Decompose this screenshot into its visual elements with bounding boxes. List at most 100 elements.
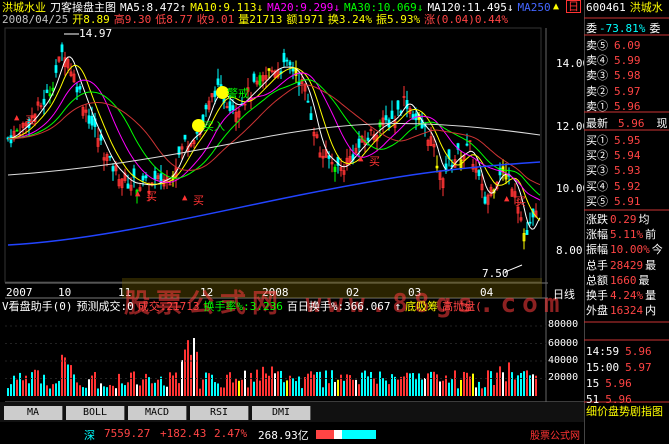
buy-level-row: 买③ 5.93	[586, 163, 641, 178]
candle-body	[477, 170, 481, 177]
volume-bar	[34, 369, 36, 396]
market-index: 7559.27	[104, 427, 151, 440]
stat-row: 外盘 16324 内	[586, 303, 656, 318]
volume-bar	[334, 381, 336, 396]
volume-bar	[520, 372, 522, 396]
volume-bar	[322, 387, 324, 396]
volume-bar	[364, 370, 366, 396]
volume-bar	[475, 387, 477, 396]
volume-bar	[391, 374, 393, 396]
volume-legend-item: 百日换手%:366.067	[286, 300, 391, 313]
candle-body	[126, 183, 130, 189]
volume-bar	[319, 371, 321, 396]
volume-bar	[73, 374, 75, 396]
volume-bar	[508, 362, 510, 396]
stat-label: 总手	[586, 258, 608, 272]
high-price-annotation: 14.97	[79, 27, 113, 40]
tab-dmi[interactable]: DMI	[252, 406, 311, 420]
candle-body	[465, 143, 469, 146]
tab-macd[interactable]: MACD	[128, 406, 187, 420]
tick-price: 5.96	[605, 377, 632, 390]
period-day-icon[interactable]: 日	[566, 0, 581, 13]
sell-price: 5.97	[614, 84, 641, 98]
candle-body	[45, 89, 49, 94]
candle-body	[87, 115, 91, 124]
volume-bar	[37, 370, 39, 396]
sell-level-row: 卖② 5.97	[586, 84, 641, 99]
volume-bar	[82, 387, 84, 396]
candle-body	[60, 44, 64, 53]
candle-body	[78, 86, 82, 90]
volume-bar	[94, 372, 96, 396]
stat-label: 总额	[586, 273, 608, 287]
header2-item: 2008/04/25	[2, 13, 69, 26]
buy-level-row: 买⑤ 5.91	[586, 194, 641, 209]
advance-bar	[316, 430, 334, 439]
volume-bar	[331, 370, 333, 396]
volume-legend-item: 换手率%:3.236	[203, 300, 283, 313]
volume-bar	[262, 366, 264, 396]
buy-label: 买①	[586, 134, 608, 147]
signal-marker: 警戒	[227, 87, 249, 100]
candle-body	[333, 166, 337, 172]
stat-row: 涨跌 0.29 均	[586, 212, 650, 227]
scroll-up-icon[interactable]: ▲	[553, 1, 559, 12]
tab-boll[interactable]: BOLL	[66, 406, 125, 420]
volume-bar	[223, 387, 225, 396]
tick-row: 14:59 5.96	[586, 344, 652, 359]
header2-item: 开8.89	[72, 13, 110, 26]
tab-ma[interactable]: MA	[4, 406, 63, 420]
stat-cut: 最	[645, 258, 657, 272]
tick-row: 15:00 5.97	[586, 360, 652, 375]
volume-bar	[256, 369, 258, 396]
volume-bar	[199, 388, 201, 396]
volume-bar	[427, 373, 429, 396]
stock-code-name: 600461 洪城水	[586, 1, 663, 14]
volume-legend-item: V看盘助手(0)	[2, 300, 73, 313]
volume-bar	[16, 379, 18, 396]
volume-bar	[52, 384, 54, 396]
latest-price-row: 最新 5.96 现	[586, 117, 668, 130]
volume-bar	[226, 374, 228, 396]
buy-triangle-icon: ▲	[135, 189, 141, 199]
volume-bar	[106, 387, 108, 396]
volume-bar	[313, 374, 315, 396]
volume-bar	[502, 372, 504, 396]
stat-row: 总额 1660 最	[586, 273, 650, 288]
volume-bar	[268, 375, 270, 396]
buy-label: 买③	[586, 164, 608, 178]
chart-area[interactable]	[0, 0, 584, 444]
volume-bar	[169, 372, 171, 396]
buy-signal: 买	[369, 155, 380, 168]
volume-bar	[310, 371, 312, 396]
volume-bar	[343, 380, 345, 396]
volume-bar	[523, 371, 525, 396]
candle-body	[396, 100, 400, 110]
volume-bar	[97, 388, 99, 396]
volume-bar	[64, 357, 66, 396]
trend-footer[interactable]: 细价盘势剧指图	[586, 404, 663, 419]
volume-bar	[394, 376, 396, 396]
candle-body	[525, 230, 529, 235]
stat-cut: 最	[638, 273, 650, 287]
buy-triangle-icon: ▲	[504, 194, 510, 204]
volume-bar	[253, 381, 255, 396]
buy-signal: 买	[515, 195, 526, 208]
volume-legend-item: ↑	[394, 300, 402, 313]
volume-bar	[439, 381, 441, 396]
status-bar: 深 7559.27 +182.43 2.47% 268.93亿 股票公式网 ww…	[0, 424, 669, 444]
header2-item: 高9.30	[113, 13, 152, 26]
sell-price: 6.09	[614, 39, 641, 52]
candle-body	[357, 138, 361, 148]
volume-bar	[214, 382, 216, 396]
volume-bar	[274, 373, 276, 396]
header1-item: MA250	[517, 1, 551, 14]
candle-body	[291, 67, 295, 72]
candle-body	[288, 61, 292, 66]
volume-bar	[460, 379, 462, 396]
volume-bar	[298, 376, 300, 396]
tab-rsi[interactable]: RSI	[190, 406, 249, 420]
date-axis-label: 2007	[6, 286, 33, 299]
volume-bar	[160, 376, 162, 396]
buy-price: 5.91	[614, 194, 641, 208]
